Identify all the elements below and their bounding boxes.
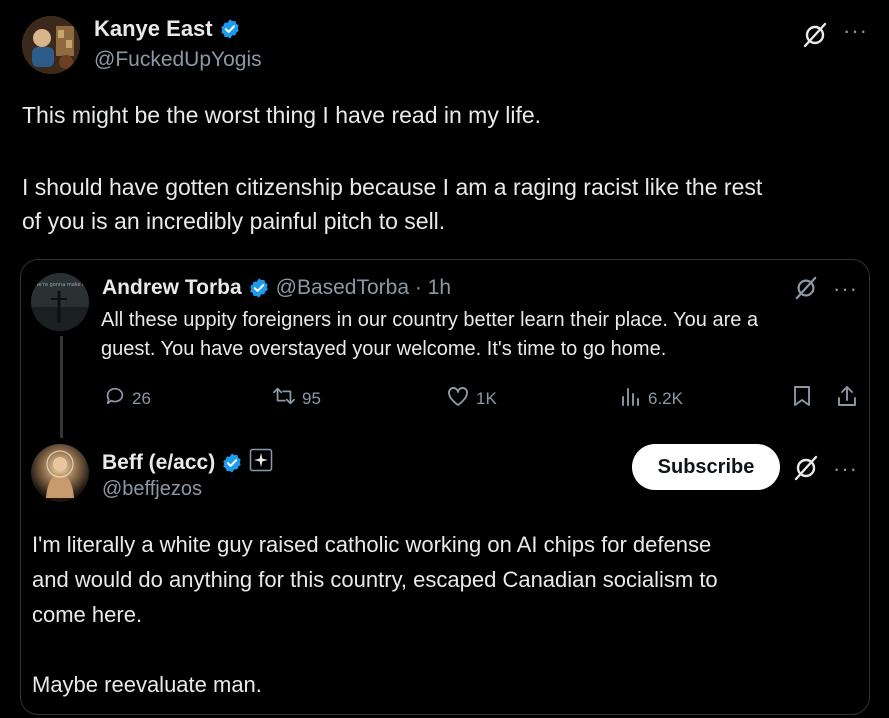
reply-icon <box>104 385 126 412</box>
reply-tweet-text: I'm literally a white guy raised catholi… <box>32 527 862 702</box>
reply-author-row: Beff (e/acc) <box>102 448 273 478</box>
author-avatar[interactable] <box>22 16 80 74</box>
tweet-text-line-1: This might be the worst thing I have rea… <box>22 102 542 128</box>
quoted-tweet-text: All these uppity foreigners in our count… <box>101 306 861 364</box>
quoted-avatar-caption: we're gonna make it <box>34 282 85 288</box>
more-options-icon[interactable]: ··· <box>843 20 868 42</box>
like-action[interactable]: 1K <box>446 385 497 412</box>
like-count: 1K <box>476 388 497 408</box>
affiliate-badge-icon[interactable] <box>249 448 273 478</box>
reply-author-name[interactable]: Beff (e/acc) <box>102 451 215 475</box>
quoted-text-line-1: All these uppity foreigners in our count… <box>101 309 759 331</box>
repost-icon <box>272 385 296 412</box>
views-icon <box>620 385 642 412</box>
reply-text-line-3: come here. <box>32 602 143 627</box>
quoted-author-name[interactable]: Andrew Torba <box>102 276 242 300</box>
bookmark-icon[interactable] <box>791 385 813 407</box>
quoted-author-avatar[interactable]: we're gonna make it <box>31 273 89 331</box>
grok-icon[interactable] <box>792 454 820 482</box>
reply-text-line-4: Maybe reevaluate man. <box>32 672 262 697</box>
quoted-author-row: Andrew Torba @BasedTorba · 1h <box>102 276 451 300</box>
thread-connector-line <box>60 336 63 438</box>
reply-text-line-1: I'm literally a white guy raised catholi… <box>32 532 712 557</box>
reply-count: 26 <box>132 388 151 408</box>
author-name-row: Kanye East <box>94 16 241 42</box>
tweet-text-line-2: I should have gotten citizenship because… <box>22 174 763 200</box>
like-icon <box>446 385 470 412</box>
verified-badge-icon <box>248 277 270 299</box>
share-icon[interactable] <box>835 384 859 408</box>
tweet-text-line-3: of you is an incredibly painful pitch to… <box>22 208 446 234</box>
author-handle[interactable]: @FuckedUpYogis <box>94 48 262 72</box>
verified-badge-icon <box>219 18 241 40</box>
quoted-handle-time[interactable]: @BasedTorba · 1h <box>276 276 451 300</box>
more-options-icon[interactable]: ··· <box>833 278 858 300</box>
views-action[interactable]: 6.2K <box>620 385 683 412</box>
reply-action[interactable]: 26 <box>104 385 151 412</box>
reply-author-handle[interactable]: @beffjezos <box>102 478 202 501</box>
more-options-icon[interactable]: ··· <box>833 458 858 480</box>
subscribe-button[interactable]: Subscribe <box>632 444 780 490</box>
repost-action[interactable]: 95 <box>272 385 321 412</box>
grok-icon[interactable] <box>792 274 820 302</box>
grok-icon[interactable] <box>800 20 830 50</box>
repost-count: 95 <box>302 388 321 408</box>
quoted-text-line-2: guest. You have overstayed your welcome.… <box>101 338 667 360</box>
author-name[interactable]: Kanye East <box>94 16 213 42</box>
views-count: 6.2K <box>648 388 683 408</box>
reply-author-avatar[interactable] <box>31 444 89 502</box>
reply-text-line-2: and would do anything for this country, … <box>32 567 718 592</box>
verified-badge-icon <box>221 452 243 474</box>
